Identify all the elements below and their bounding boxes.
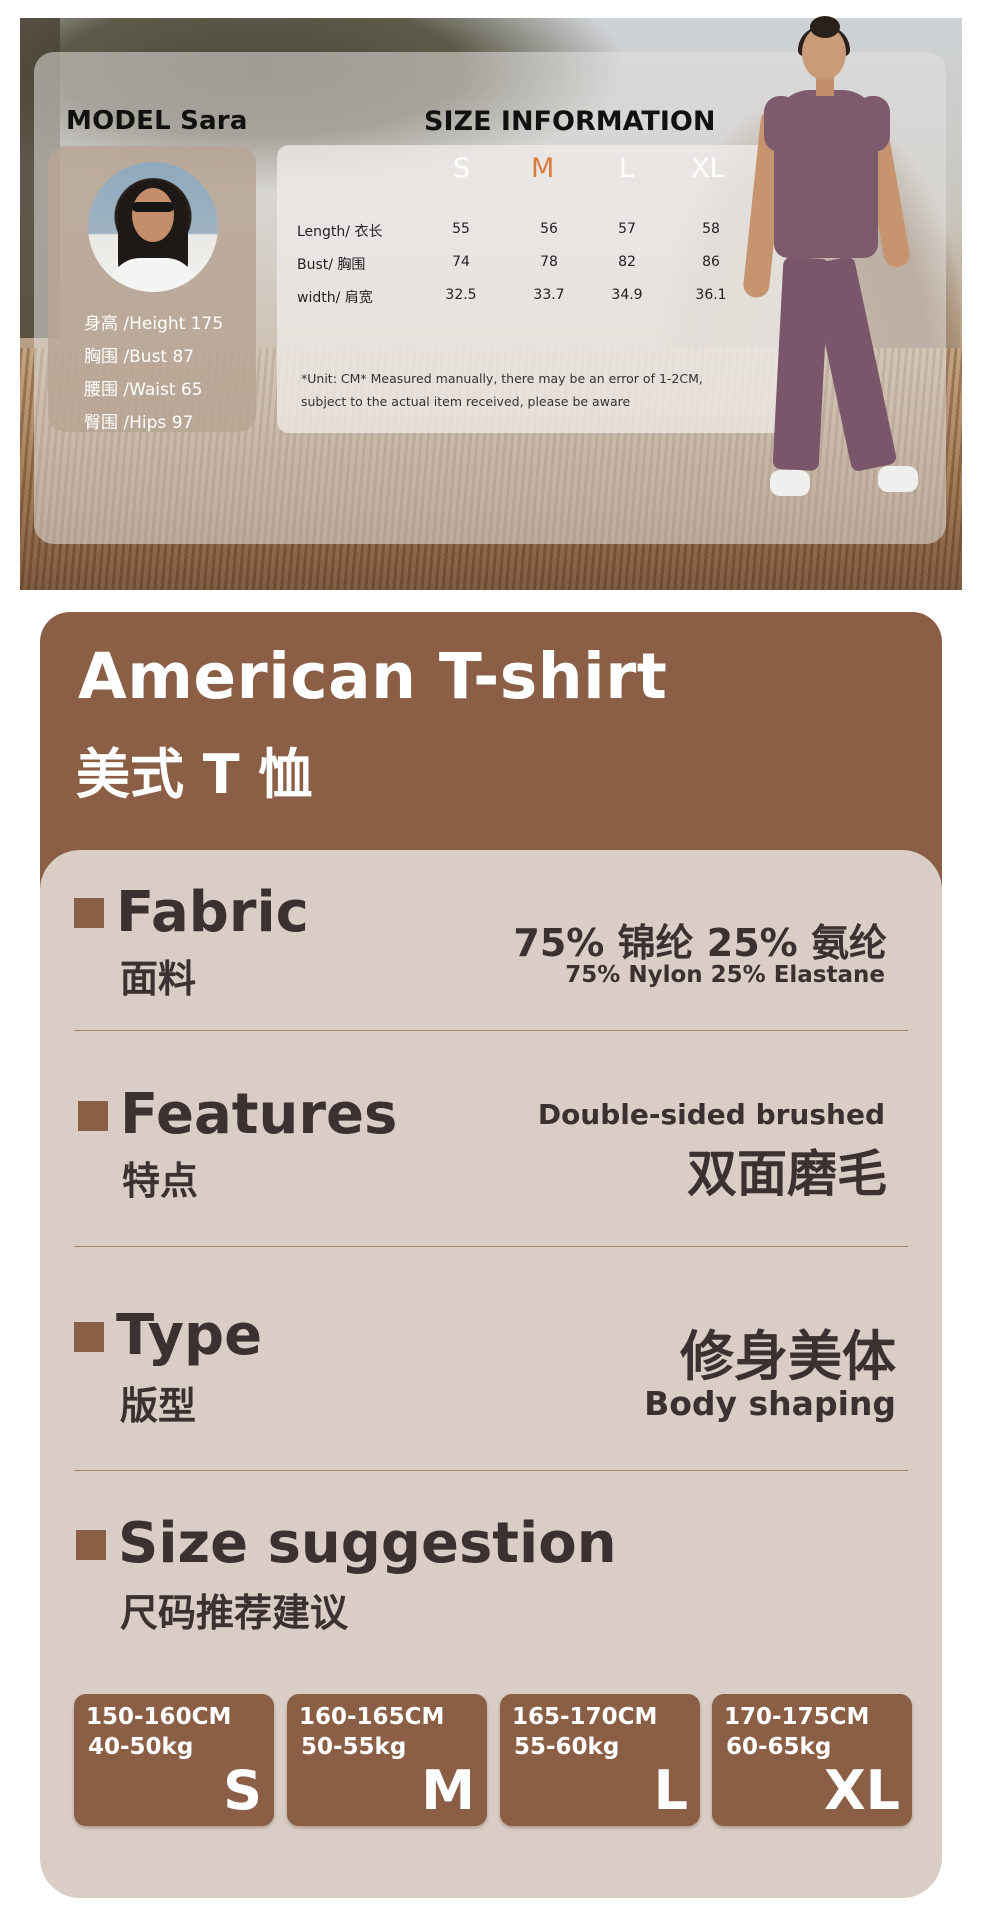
fabric-value-en: 75% Nylon 25% Elastane: [565, 962, 885, 988]
row-label: Length/ 衣长: [297, 224, 383, 240]
size-label: S: [223, 1759, 262, 1822]
size-height-range: 165-170CM: [512, 1704, 658, 1730]
size-card-xl: 170-175CM 60-65kg XL: [712, 1694, 912, 1826]
size-weight-range: 60-65kg: [726, 1734, 832, 1760]
bullet-square: [78, 1101, 108, 1131]
type-value-en: Body shaping: [644, 1384, 896, 1423]
model-avatar: [88, 162, 218, 292]
divider: [74, 1470, 908, 1471]
table-cell: 32.5: [445, 287, 477, 303]
size-card-s: 150-160CM 40-50kg S: [74, 1694, 274, 1826]
size-information-title: SIZE INFORMATION: [424, 106, 716, 137]
model-waist: 腰围 /Waist 65: [84, 380, 203, 400]
size-weight-range: 50-55kg: [301, 1734, 407, 1760]
divider: [74, 1246, 908, 1247]
product-title-en: American T-shirt: [78, 640, 668, 713]
table-cell: 74: [452, 254, 470, 270]
section-type-cn: 版型: [120, 1384, 197, 1428]
fabric-value-cn: 75% 锦纶 25% 氨纶: [513, 921, 887, 965]
section-size-cn: 尺码推荐建议: [120, 1591, 349, 1635]
size-weight-range: 55-60kg: [514, 1734, 620, 1760]
model-bust: 胸围 /Bust 87: [84, 347, 195, 367]
size-weight-range: 40-50kg: [88, 1734, 194, 1760]
features-value-cn: 双面磨毛: [687, 1145, 887, 1203]
table-cell: 34.9: [611, 287, 643, 303]
table-cell: 55: [452, 221, 470, 237]
product-title-cn: 美式 T 恤: [76, 743, 313, 806]
divider: [74, 1030, 908, 1031]
measurement-note: *Unit: CM* Measured manually, there may …: [301, 367, 761, 413]
table-row: width/ 肩宽 32.5 33.7 34.9 36.1: [277, 287, 795, 315]
section-type-title: Type: [116, 1303, 263, 1368]
type-value-cn: 修身美体: [680, 1325, 896, 1388]
table-row: Bust/ 胸围 74 78 82 86: [277, 254, 795, 282]
size-card-l: 165-170CM 55-60kg L: [500, 1694, 700, 1826]
bullet-square: [76, 1530, 106, 1560]
section-size-title: Size suggestion: [118, 1511, 617, 1576]
size-table: S M L XL Length/ 衣长 55 56 57 58 Bust/ 胸围…: [277, 145, 795, 433]
model-photo: [730, 8, 920, 528]
bullet-square: [74, 898, 104, 928]
model-card: 身高 /Height 175 胸围 /Bust 87 腰围 /Waist 65 …: [48, 146, 256, 433]
size-label: M: [421, 1759, 475, 1822]
table-cell: 78: [540, 254, 558, 270]
table-cell: 33.7: [533, 287, 565, 303]
section-features-title: Features: [120, 1082, 398, 1147]
table-cell: 57: [618, 221, 636, 237]
size-height-range: 170-175CM: [724, 1704, 870, 1730]
header-size-m: M: [531, 153, 555, 184]
header-size-s: S: [453, 153, 471, 184]
bullet-square: [74, 1322, 104, 1352]
section-features-cn: 特点: [122, 1159, 199, 1203]
features-value-en: Double-sided brushed: [537, 1098, 885, 1131]
table-cell: 82: [618, 254, 636, 270]
header-size-l: L: [619, 153, 635, 184]
table-row: Length/ 衣长 55 56 57 58: [277, 221, 795, 249]
size-table-header: S M L XL: [277, 145, 795, 195]
model-stats: 身高 /Height 175 胸围 /Bust 87 腰围 /Waist 65 …: [84, 308, 223, 440]
size-label: XL: [823, 1759, 900, 1822]
note-line: *Unit: CM* Measured manually, there may …: [301, 371, 703, 386]
size-card-m: 160-165CM 50-55kg M: [287, 1694, 487, 1826]
section-fabric-title: Fabric: [116, 880, 309, 945]
header-size-xl: XL: [691, 153, 725, 184]
row-label: Bust/ 胸围: [297, 257, 366, 273]
section-fabric-cn: 面料: [120, 957, 197, 1001]
model-hips: 臀围 /Hips 97: [84, 413, 194, 433]
note-line: subject to the actual item received, ple…: [301, 394, 631, 409]
model-height: 身高 /Height 175: [84, 314, 224, 334]
size-height-range: 150-160CM: [86, 1704, 232, 1730]
size-height-range: 160-165CM: [299, 1704, 445, 1730]
row-label: width/ 肩宽: [297, 290, 373, 306]
model-title: MODEL Sara: [66, 106, 248, 136]
size-label: L: [653, 1759, 688, 1822]
table-cell: 56: [540, 221, 558, 237]
